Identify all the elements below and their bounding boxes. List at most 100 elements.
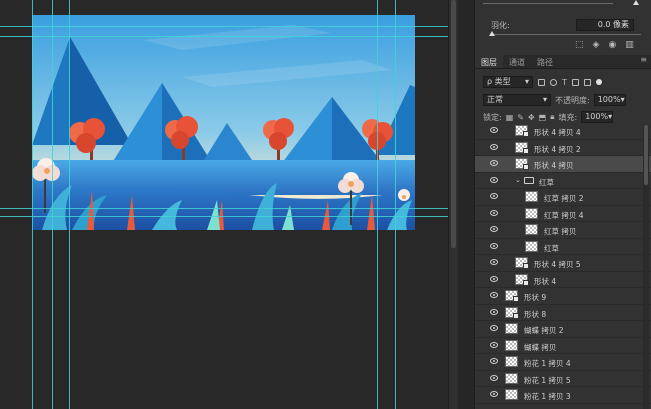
shape-filter-icon[interactable]	[571, 78, 579, 86]
visibility-eye-icon[interactable]	[490, 275, 498, 282]
layer-row[interactable]: 形状 4 拷贝 5	[475, 255, 651, 272]
layer-group-row[interactable]: ⌄ 红草	[475, 173, 651, 189]
pixel-filter-icon[interactable]	[538, 78, 545, 86]
layer-name: 形状 4 拷贝 4	[534, 128, 581, 137]
opacity-input[interactable]: 100% ▾	[593, 94, 626, 106]
guide-horizontal[interactable]	[0, 36, 448, 37]
layer-row[interactable]: 形状 4 拷贝	[475, 156, 651, 173]
layer-thumbnail[interactable]	[505, 339, 518, 351]
document-canvas[interactable]	[0, 0, 448, 409]
smart-object-filter-icon[interactable]	[583, 78, 591, 86]
density-slider[interactable]	[483, 3, 613, 4]
lock-artboard-icon[interactable]: ⬒	[539, 113, 547, 122]
scrollbar-thumb[interactable]	[451, 0, 456, 248]
trash-icon[interactable]: ▥	[625, 40, 634, 50]
artboard-illustration[interactable]	[32, 15, 415, 230]
layer-row[interactable]: 粉花 1 拷贝 4	[475, 354, 651, 371]
visibility-eye-icon[interactable]	[490, 143, 498, 150]
guide-horizontal[interactable]	[0, 216, 448, 217]
layer-row[interactable]: 红草	[475, 239, 651, 255]
guide-vertical[interactable]	[52, 0, 53, 409]
shape-layer-icon	[523, 263, 529, 269]
tab-layers[interactable]: 图层	[475, 55, 503, 68]
layer-thumbnail[interactable]	[505, 372, 518, 384]
feather-slider-knob[interactable]	[489, 31, 495, 36]
scrollbar-thumb[interactable]	[644, 125, 648, 185]
visibility-eye-icon[interactable]	[490, 160, 498, 166]
fill-input[interactable]: 100% ▾	[581, 111, 614, 123]
layer-name: 形状 4 拷贝 2	[534, 144, 581, 154]
lock-all-icon[interactable]: 🔒︎	[550, 112, 554, 122]
shape-layer-icon	[523, 147, 529, 154]
visibility-eye-icon[interactable]	[490, 259, 498, 265]
guide-vertical[interactable]	[395, 0, 396, 409]
selection-icon[interactable]: ⬚	[575, 40, 584, 50]
guide-vertical[interactable]	[377, 0, 378, 409]
layer-name: 形状 9	[524, 293, 547, 302]
layer-row[interactable]: 形状 4	[475, 272, 651, 288]
layer-row[interactable]: 红草 拷贝	[475, 222, 651, 239]
layer-row[interactable]: 粉花 1 拷贝 5	[475, 371, 651, 387]
guide-horizontal[interactable]	[0, 208, 448, 209]
feather-slider[interactable]	[491, 34, 641, 35]
visibility-eye-icon[interactable]	[490, 374, 498, 381]
lock-brush-icon[interactable]: ✎	[517, 113, 524, 122]
visibility-eye-icon[interactable]	[490, 292, 498, 298]
group-expand-chevron-icon[interactable]: ⌄	[515, 176, 521, 184]
visibility-eye-icon[interactable]	[490, 341, 498, 348]
visibility-eye-icon[interactable]	[490, 193, 498, 199]
visibility-eye-icon[interactable]	[490, 127, 498, 133]
lock-row: 锁定: ▦ ✎ ✥ ⬒ 🔒︎ 填充: 100% ▾	[483, 110, 648, 124]
filter-toggle-icon[interactable]	[595, 79, 602, 85]
lock-label: 锁定:	[483, 112, 502, 122]
layer-thumbnail[interactable]	[505, 356, 518, 367]
tab-paths[interactable]: 路径	[531, 55, 559, 68]
layer-thumbnail[interactable]	[505, 323, 518, 334]
layer-name: 形状 4 拷贝 5	[534, 260, 581, 269]
density-slider-knob[interactable]	[633, 0, 639, 5]
guide-vertical[interactable]	[69, 0, 70, 409]
layer-row[interactable]: 形状 4 拷贝 2	[475, 140, 651, 156]
lock-transparent-icon[interactable]: ▦	[506, 113, 514, 122]
visibility-eye-icon[interactable]	[490, 242, 498, 249]
chevron-down-icon: ▾	[542, 95, 547, 104]
type-filter-icon[interactable]: T	[562, 78, 567, 87]
layer-thumbnail[interactable]	[525, 207, 538, 219]
adjustment-filter-icon[interactable]	[550, 78, 557, 86]
visibility-eye-icon[interactable]	[490, 209, 498, 216]
eye-icon[interactable]: ◉	[608, 40, 616, 50]
layer-thumbnail[interactable]	[525, 224, 538, 235]
layer-name: 红草 拷贝	[544, 227, 577, 236]
feather-input[interactable]: 0.0 像素	[576, 19, 634, 31]
canvas-scrollbar[interactable]	[448, 0, 458, 409]
mask-icon[interactable]: ◈	[593, 40, 600, 50]
layer-thumbnail[interactable]	[525, 240, 538, 252]
visibility-eye-icon[interactable]	[490, 308, 498, 315]
layer-kind-dropdown[interactable]: ρ 类型 ▾	[483, 76, 533, 88]
panel-menu-icon[interactable]: ≡	[640, 55, 647, 64]
layer-row[interactable]: 蝴蝶 拷贝 2	[475, 321, 651, 338]
photoshop-window: 羽化: 0.0 像素 ⬚ ◈ ◉ ▥ 图层 通道 路径 ≡ ρ 类型 ▾ T 正…	[0, 0, 651, 409]
visibility-eye-icon[interactable]	[490, 391, 498, 397]
visibility-eye-icon[interactable]	[490, 325, 498, 331]
layer-row[interactable]: 形状 9	[475, 288, 651, 305]
layer-row[interactable]: 红草 拷贝 4	[475, 206, 651, 222]
guide-vertical[interactable]	[32, 0, 33, 409]
layer-name: 粉花 1 拷贝 5	[524, 375, 571, 385]
visibility-eye-icon[interactable]	[490, 176, 498, 183]
guide-horizontal[interactable]	[0, 26, 448, 27]
layer-row[interactable]: 粉花 1 拷贝 3	[475, 387, 651, 404]
layer-thumbnail[interactable]	[505, 389, 518, 400]
layer-row[interactable]: 形状 4 拷贝 4	[475, 123, 651, 140]
layers-tabs: 图层 通道 路径	[475, 55, 651, 69]
layer-row[interactable]: 红草 拷贝 2	[475, 189, 651, 206]
layer-row[interactable]: 形状 8	[475, 305, 651, 321]
blend-mode-dropdown[interactable]: 正常 ▾	[483, 94, 551, 106]
visibility-eye-icon[interactable]	[490, 226, 498, 232]
lock-move-icon[interactable]: ✥	[528, 113, 535, 122]
layers-scrollbar[interactable]	[643, 125, 649, 409]
layer-thumbnail[interactable]	[525, 191, 538, 202]
layer-row[interactable]: 蝴蝶 拷贝	[475, 338, 651, 354]
tab-channels[interactable]: 通道	[503, 55, 531, 68]
visibility-eye-icon[interactable]	[490, 358, 498, 364]
